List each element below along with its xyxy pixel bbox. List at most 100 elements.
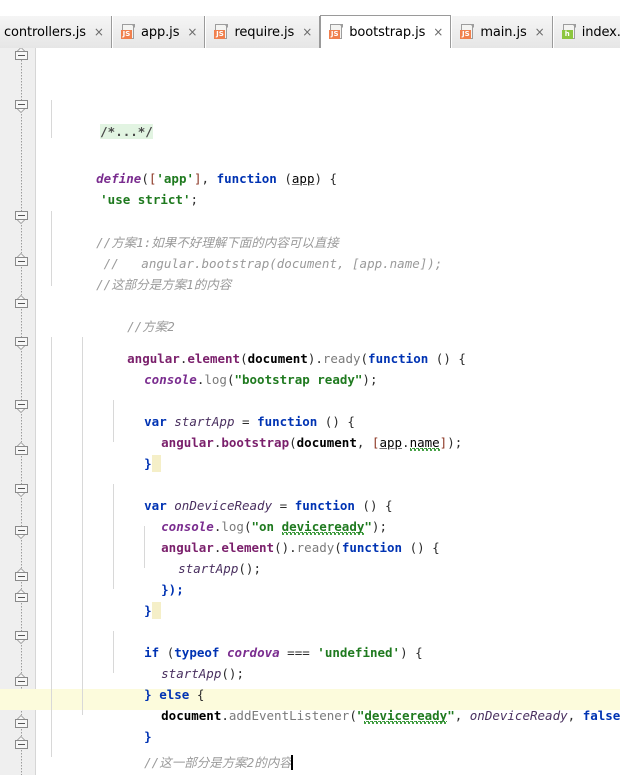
token-semicolon: ; [236, 666, 244, 681]
token-keyword-function: function [216, 171, 277, 186]
token-document: document [161, 708, 222, 723]
code-line[interactable]: } [99, 579, 161, 619]
token-string-undefined: 'undefined' [317, 645, 401, 660]
code-line[interactable]: console.log("on deviceready"); [116, 495, 387, 534]
token-param-app: app [291, 171, 315, 186]
code-line[interactable]: 'use strict'; [55, 168, 198, 207]
token-comma: , [356, 435, 372, 450]
fold-marker-up-icon[interactable] [15, 715, 28, 728]
tab-main-js[interactable]: JS main.js × [451, 16, 553, 48]
token-brace-close: } [144, 603, 152, 618]
fold-marker-up-icon[interactable] [15, 295, 28, 308]
fold-marker-down-icon[interactable] [15, 211, 28, 224]
code-line[interactable]: //方案2 [82, 295, 175, 334]
fold-marker-down-icon[interactable] [15, 484, 28, 497]
tab-label: main.js [480, 24, 527, 40]
code-line[interactable]: startApp(); [133, 537, 261, 576]
code-line[interactable]: //方案1:如果不好理解下面的内容可以直接 [51, 211, 339, 250]
tab-index-html[interactable]: h index.html × [552, 16, 620, 48]
close-icon[interactable]: × [184, 26, 197, 38]
code-line[interactable]: /*...*/ [55, 100, 153, 139]
code-line[interactable]: document.addEventListener("deviceready",… [116, 684, 620, 723]
html-badge-label: h [561, 30, 573, 39]
code-line[interactable]: // angular.bootstrap(document, [app.name… [51, 232, 443, 271]
code-line[interactable]: console.log("bootstrap ready"); [99, 348, 377, 387]
code-line[interactable]: }); [116, 558, 184, 597]
fold-marker-up-icon[interactable] [15, 736, 28, 749]
close-icon[interactable]: × [91, 26, 104, 38]
token-empty-parens: () [274, 540, 290, 555]
code-line[interactable]: define(['app'], function (app) { [51, 147, 337, 186]
code-line[interactable]: var startApp = function () { [99, 390, 355, 429]
token-local-startapp: startApp [178, 561, 239, 576]
token-semicolon: ; [253, 561, 261, 576]
fold-marker-up-icon[interactable] [15, 253, 28, 266]
fold-marker-up-icon[interactable] [15, 589, 28, 602]
code-line[interactable]: angular.element(document).ready(function… [82, 327, 466, 366]
js-file-icon: JS [460, 24, 475, 40]
code-line[interactable]: //这部分是方案1的内容 [51, 253, 231, 292]
indent-guide [82, 337, 83, 715]
token-paren-close: ) [362, 372, 370, 387]
token-comma: , [201, 171, 217, 186]
token-comment-plan2-tail: //这一部分是方案2的内容 [144, 755, 292, 770]
code-line[interactable]: if (typeof cordova === 'undefined') { [99, 621, 423, 660]
token-comma: , [567, 708, 583, 723]
token-empty-parens: () [221, 666, 237, 681]
fold-marker-down-icon[interactable] [15, 337, 28, 350]
fold-marker-down-icon[interactable] [15, 526, 28, 539]
token-dot: . [289, 540, 297, 555]
token-keyword-false: false [582, 708, 620, 723]
code-text-area[interactable]: /*...*/ define(['app'], function (app) {… [0, 48, 620, 775]
token-addeventlistener: addEventListener [228, 708, 350, 723]
js-badge-label: JS [120, 30, 132, 39]
brace-match-highlight [151, 602, 161, 619]
token-paren-brace: ) { [417, 540, 440, 555]
code-line[interactable]: }); [68, 752, 136, 773]
token-empty-parens: ( [428, 351, 444, 366]
fold-marker-down-icon[interactable] [15, 631, 28, 644]
code-line-caret[interactable]: //这一部分是方案2的内容 [99, 731, 293, 770]
token-string-quote-close: " [447, 708, 455, 723]
code-line[interactable]: angular.element().ready(function () { [116, 516, 440, 555]
js-badge-label: JS [329, 30, 341, 39]
tab-app-js[interactable]: JS app.js × [111, 16, 206, 48]
token-empty-parens: ( [402, 540, 418, 555]
token-string-deviceready-word: deviceready [364, 708, 448, 723]
close-icon[interactable]: × [430, 26, 443, 38]
code-line[interactable]: startApp(); [116, 642, 244, 681]
close-icon[interactable]: × [299, 26, 312, 38]
token-strict-equals: === [279, 645, 318, 660]
token-semicolon: ; [454, 435, 463, 450]
token-semicolon: ; [369, 372, 378, 387]
folded-comment-marker[interactable]: /*...*/ [100, 124, 153, 139]
fold-marker-up-icon[interactable] [15, 673, 28, 686]
code-line[interactable]: } [99, 432, 161, 472]
fold-marker-down-icon[interactable] [15, 100, 28, 113]
fold-marker-down-icon[interactable] [15, 400, 28, 413]
token-dot: . [221, 708, 229, 723]
token-paren-open: ( [289, 435, 297, 450]
token-document: document [296, 435, 357, 450]
token-close-callback: }); [161, 582, 184, 597]
tab-label: require.js [234, 24, 295, 40]
fold-marker-up-icon[interactable] [15, 48, 28, 60]
editor-fold-gutter[interactable] [0, 48, 36, 775]
code-line[interactable]: } [99, 705, 152, 744]
code-line[interactable]: } else { [99, 663, 204, 702]
token-paren-open: ( [349, 708, 357, 723]
fold-marker-up-icon[interactable] [15, 442, 28, 455]
token-use-strict: 'use strict' [100, 192, 191, 207]
tab-require-js[interactable]: JS require.js × [205, 16, 321, 48]
fold-marker-up-icon[interactable] [15, 568, 28, 581]
tab-bootstrap-js[interactable]: JS bootstrap.js × [320, 15, 452, 48]
code-line[interactable]: var onDeviceReady = function () { [99, 474, 392, 513]
js-badge-label: JS [460, 30, 472, 39]
tab-controllers-js[interactable]: controllers.js × [0, 16, 112, 48]
token-prop-name: name [409, 435, 440, 450]
token-comma: , [454, 708, 470, 723]
close-icon[interactable]: × [532, 26, 545, 38]
text-caret [290, 755, 293, 770]
code-line[interactable]: angular.bootstrap(document, [app.name]); [116, 411, 462, 450]
code-editor[interactable]: /*...*/ define(['app'], function (app) {… [0, 48, 620, 775]
